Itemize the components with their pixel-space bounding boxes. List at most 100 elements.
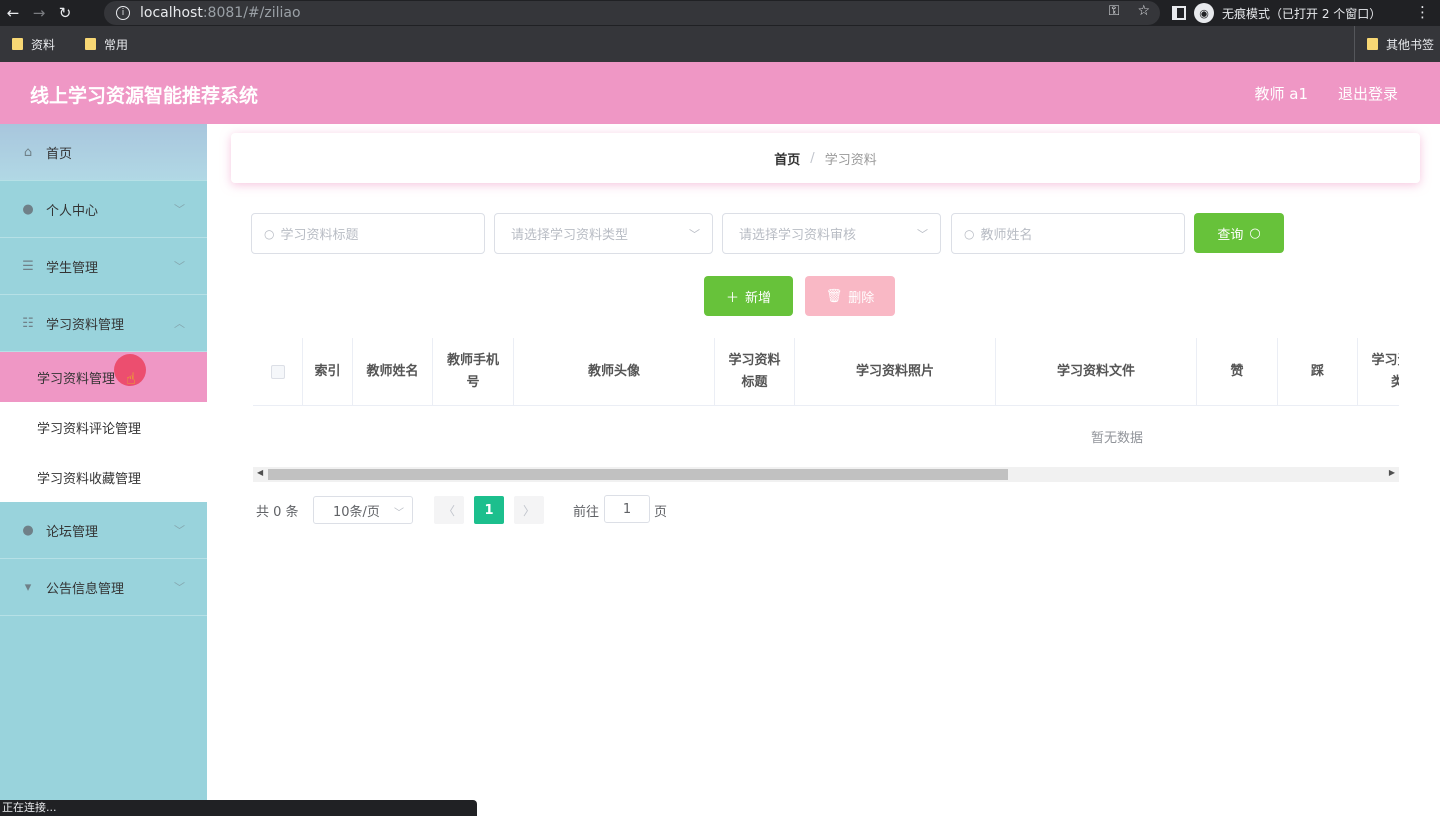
page-unit-label: 页 xyxy=(654,505,668,520)
chevron-right-icon: 〉 xyxy=(522,503,535,518)
sidebar-item-label: 学习资料管理 xyxy=(46,317,125,333)
data-table: 索引 教师姓名 教师手机号 教师头像 学习资料标题 学习资料照片 学习资料文件 … xyxy=(253,338,1399,482)
folder-icon xyxy=(12,38,23,50)
teacher-search-placeholder: 教师姓名 xyxy=(980,228,1033,243)
type-select[interactable]: 请选择学习资料类型 ﹀ xyxy=(494,213,713,254)
user-icon: ● xyxy=(22,201,34,217)
query-label: 查询 xyxy=(1217,227,1244,243)
sidebar-item-forum[interactable]: ● 论坛管理 ﹀ xyxy=(0,502,207,559)
goto-label: 前往 xyxy=(573,505,600,520)
chevron-down-icon: ﹀ xyxy=(917,228,928,241)
submenu-item-favorites[interactable]: 学习资料收藏管理 xyxy=(0,452,207,502)
sidebar-item-label: 学生管理 xyxy=(46,260,99,276)
star-icon[interactable]: ☆ xyxy=(1137,3,1150,19)
scrollbar-thumb[interactable] xyxy=(268,469,1008,480)
forward-icon[interactable]: → xyxy=(26,0,52,26)
home-icon: ⌂ xyxy=(23,144,33,160)
incognito-icon[interactable]: ◉ xyxy=(1194,3,1214,23)
page-size-value: 10条/页 xyxy=(333,504,380,520)
sliders-icon: ☷ xyxy=(22,315,34,331)
empty-placeholder: 暂无数据 xyxy=(1090,431,1143,446)
page-size-select[interactable]: 10条/页 ﹀ xyxy=(313,496,413,524)
horizontal-scrollbar[interactable]: ◀ ▶ xyxy=(253,467,1399,482)
folder-icon xyxy=(1366,38,1378,50)
column-header: 赞 xyxy=(1197,338,1278,406)
breadcrumb: 首页 / 学习资料 xyxy=(231,133,1420,183)
reload-icon[interactable]: ↻ xyxy=(52,0,78,26)
sidebar-item-home[interactable]: ⌂ 首页 xyxy=(0,124,207,181)
breadcrumb-separator: / xyxy=(810,150,815,166)
query-button[interactable]: 查询 ○ xyxy=(1194,213,1284,253)
sidebar-item-materials[interactable]: ☷ 学习资料管理 ︿ xyxy=(0,295,207,352)
browser-toolbar: ← → ↻ i localhost:8081/#/ziliao ⚿ ☆ ◉ 无痕… xyxy=(0,0,1440,26)
search-icon: ○ xyxy=(264,226,275,241)
bookmark-label: 资料 xyxy=(31,37,56,52)
logout-link[interactable]: 退出登录 xyxy=(1338,83,1398,104)
search-icon: ○ xyxy=(964,226,975,241)
submenu-item-materials[interactable]: 学习资料管理 xyxy=(0,352,207,402)
chevron-left-icon: 〈 xyxy=(442,503,455,518)
incognito-label[interactable]: 无痕模式（已打开 2 个窗口） xyxy=(1222,5,1381,22)
bookmark-folder[interactable]: 常用 xyxy=(85,36,128,53)
add-label: 新增 xyxy=(745,290,772,306)
column-header: 教师头像 xyxy=(514,338,715,406)
sidebar-item-students[interactable]: ☰ 学生管理 ﹀ xyxy=(0,238,207,295)
breadcrumb-home[interactable]: 首页 xyxy=(774,149,800,168)
column-header: 踩 xyxy=(1278,338,1358,406)
audit-select[interactable]: 请选择学习资料审核 ﹀ xyxy=(722,213,941,254)
chevron-down-icon: ﹀ xyxy=(174,581,185,594)
chevron-down-icon: ﹀ xyxy=(174,203,185,216)
search-icon: ○ xyxy=(1249,225,1261,241)
type-select-placeholder: 请选择学习资料类型 xyxy=(511,228,629,243)
page-number[interactable]: 1 xyxy=(474,496,504,524)
back-icon[interactable]: ← xyxy=(0,0,26,26)
sidebar-item-notices[interactable]: ▾ 公告信息管理 ﹀ xyxy=(0,559,207,616)
bookmark-folder[interactable]: 资料 xyxy=(12,36,55,53)
prev-page-button[interactable]: 〈 xyxy=(434,496,464,524)
chevron-down-icon: ﹀ xyxy=(394,508,404,519)
address-bar[interactable]: i localhost:8081/#/ziliao xyxy=(104,1,1160,25)
column-header: 学习资料文件 xyxy=(996,338,1197,406)
bulb-icon: ● xyxy=(22,522,34,538)
column-header: 教师姓名 xyxy=(353,338,433,406)
sidebar-item-label: 公告信息管理 xyxy=(46,581,125,597)
menu-icon[interactable]: ⋮ xyxy=(1415,3,1430,21)
chevron-down-icon: ﹀ xyxy=(174,260,185,273)
url-host: localhost xyxy=(140,5,203,21)
bookmark-label: 常用 xyxy=(104,37,129,52)
scroll-left-icon[interactable]: ◀ xyxy=(257,468,263,477)
submenu-item-comments[interactable]: 学习资料评论管理 xyxy=(0,402,207,452)
chevron-up-icon: ︿ xyxy=(174,317,185,330)
add-button[interactable]: ＋ 新增 xyxy=(704,276,793,316)
sidebar-item-profile[interactable]: ● 个人中心 ﹀ xyxy=(0,181,207,238)
current-user: 教师 a1 xyxy=(1254,85,1308,103)
site-info-icon[interactable]: i xyxy=(116,6,130,20)
sidebar: ⌂ 首页 ● 个人中心 ﹀ ☰ 学生管理 ﹀ ☷ 学习资料管理 ︿ 学习资料管理… xyxy=(0,124,207,816)
scroll-right-icon[interactable]: ▶ xyxy=(1389,468,1395,477)
audit-select-placeholder: 请选择学习资料审核 xyxy=(739,228,857,243)
sidebar-item-label: 论坛管理 xyxy=(46,524,99,540)
select-all-checkbox[interactable] xyxy=(270,365,285,379)
folder-icon xyxy=(85,38,97,50)
side-panel-icon[interactable] xyxy=(1172,6,1186,20)
title-search-placeholder: 学习资料标题 xyxy=(280,228,359,243)
sidebar-item-label: 首页 xyxy=(46,146,73,162)
goto-page-input[interactable]: 1 xyxy=(604,495,650,523)
chevron-down-icon: ﹀ xyxy=(174,524,185,537)
delete-button[interactable]: 🗑 删除 xyxy=(805,276,895,316)
delete-label: 删除 xyxy=(848,290,875,306)
title-search-input[interactable]: ○ 学习资料标题 xyxy=(251,213,485,254)
column-header: 学习资料标题 xyxy=(715,338,795,406)
key-icon[interactable]: ⚿ xyxy=(1109,3,1120,19)
other-bookmarks[interactable]: 其他书签 xyxy=(1353,26,1434,62)
column-header: 教师手机号 xyxy=(433,338,514,406)
bookmarks-bar: 资料 常用 其他书签 xyxy=(0,26,1440,62)
teacher-search-input[interactable]: ○ 教师姓名 xyxy=(951,213,1185,254)
other-bookmarks-label: 其他书签 xyxy=(1385,37,1434,52)
column-header: 学习资料类 xyxy=(1358,338,1399,406)
plus-icon: ＋ xyxy=(725,290,739,306)
next-page-button[interactable]: 〉 xyxy=(514,496,544,524)
table-header: 索引 教师姓名 教师手机号 教师头像 学习资料标题 学习资料照片 学习资料文件 … xyxy=(253,338,1399,406)
column-header: 学习资料照片 xyxy=(795,338,996,406)
notice-icon: ▾ xyxy=(24,579,32,595)
